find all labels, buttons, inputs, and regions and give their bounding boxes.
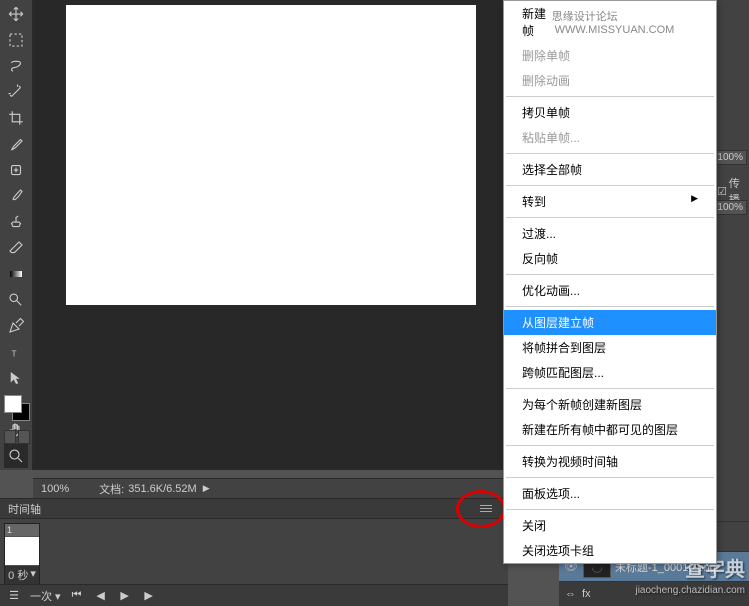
zoom-tool[interactable] — [4, 444, 28, 468]
menu-separator — [506, 306, 714, 307]
menu-separator — [506, 153, 714, 154]
timeline-header: 时间轴 — [0, 499, 508, 519]
source-watermark: 思缘设计论坛 WWW.MISSYUAN.COM — [552, 8, 710, 36]
menu-delete-anim: 删除动画 — [504, 68, 716, 93]
frame-thumbnail — [5, 537, 39, 565]
next-frame-icon[interactable]: ▶ — [141, 588, 157, 604]
lasso-tool[interactable] — [4, 54, 28, 78]
loop-selector[interactable]: 一次 ▾ — [30, 588, 61, 604]
menu-separator — [506, 445, 714, 446]
menu-new-layer-per-frame[interactable]: 为每个新帧创建新图层 — [504, 392, 716, 417]
status-bar: 100% 文档: 351.6K/6.52M ▶ — [33, 478, 508, 498]
menu-separator — [506, 388, 714, 389]
menu-reverse[interactable]: 反向帧 — [504, 246, 716, 271]
menu-separator — [506, 509, 714, 510]
menu-convert-video[interactable]: 转换为视频时间轴 — [504, 449, 716, 474]
dodge-tool[interactable] — [4, 288, 28, 312]
opacity-value[interactable]: 100% — [713, 150, 747, 165]
doc-size-value: 351.6K/6.52M — [128, 483, 197, 495]
frame-number: 1 — [5, 524, 39, 536]
quickmask-row — [4, 430, 30, 444]
menu-tween[interactable]: 过渡... — [504, 221, 716, 246]
status-menu-arrow-icon[interactable]: ▶ — [203, 483, 210, 494]
timeline-title: 时间轴 — [8, 501, 41, 517]
menu-select-all[interactable]: 选择全部帧 — [504, 157, 716, 182]
quickmask-mode-button[interactable] — [18, 430, 30, 444]
play-icon[interactable]: ▶ — [117, 588, 133, 604]
marquee-tool[interactable] — [4, 28, 28, 52]
frames-area: 1 0 秒 ▾ — [0, 519, 508, 589]
wand-tool[interactable] — [4, 80, 28, 104]
menu-separator — [506, 96, 714, 97]
layers-footer: ⇔ fx — [559, 582, 749, 606]
foreground-color[interactable] — [4, 395, 22, 413]
document-canvas[interactable] — [66, 5, 476, 305]
menu-make-frames-from-layers[interactable]: 从图层建立帧 — [504, 310, 716, 335]
menu-close[interactable]: 关闭 — [504, 513, 716, 538]
zoom-level[interactable]: 100% — [41, 483, 69, 495]
crop-tool[interactable] — [4, 106, 28, 130]
menu-goto[interactable]: 转到 — [504, 189, 716, 214]
convert-timeline-icon[interactable]: ☰ — [6, 588, 22, 604]
doc-size-label: 文档: — [99, 481, 124, 497]
eraser-tool[interactable] — [4, 236, 28, 260]
menu-flatten-frames[interactable]: 将帧拼合到图层 — [504, 335, 716, 360]
menu-separator — [506, 185, 714, 186]
menu-close-tab-group[interactable]: 关闭选项卡组 — [504, 538, 716, 563]
menu-match-layer[interactable]: 跨帧匹配图层... — [504, 360, 716, 385]
timeline-flyout-menu: 新建帧 思缘设计论坛 WWW.MISSYUAN.COM 删除单帧 删除动画 拷贝… — [503, 0, 717, 564]
timeline-panel: 时间轴 1 0 秒 ▾ ☰ 一次 ▾ ⏮ ◀ ▶ ▶ — [0, 498, 508, 606]
menu-delete-frame: 删除单帧 — [504, 43, 716, 68]
menu-separator — [506, 274, 714, 275]
color-swatch[interactable] — [4, 395, 30, 421]
menu-paste-frame: 粘贴单帧... — [504, 125, 716, 150]
tools-panel: T — [0, 0, 33, 470]
checkbox-icon: ☑ — [717, 185, 727, 198]
frame-delay[interactable]: 0 秒 ▾ — [5, 566, 39, 584]
move-tool[interactable] — [4, 2, 28, 26]
link-layers-icon[interactable]: ⇔ — [565, 588, 576, 600]
eyedropper-tool[interactable] — [4, 132, 28, 156]
fx-button[interactable]: fx — [582, 588, 591, 600]
menu-panel-options[interactable]: 面板选项... — [504, 481, 716, 506]
menu-new-frame[interactable]: 新建帧 — [522, 5, 552, 39]
menu-copy-frame[interactable]: 拷贝单帧 — [504, 100, 716, 125]
timeline-flyout-menu-button[interactable] — [480, 502, 500, 516]
chevron-down-icon: ▾ — [30, 567, 36, 583]
svg-text:T: T — [12, 350, 17, 359]
menu-separator — [506, 217, 714, 218]
clone-stamp-tool[interactable] — [4, 210, 28, 234]
gradient-tool[interactable] — [4, 262, 28, 286]
first-frame-icon[interactable]: ⏮ — [69, 588, 85, 604]
type-tool[interactable]: T — [4, 340, 28, 364]
timeline-controls: ☰ 一次 ▾ ⏮ ◀ ▶ ▶ — [0, 584, 508, 606]
fill-value[interactable]: 100% — [713, 200, 747, 215]
animation-frame-1[interactable]: 1 0 秒 ▾ — [4, 523, 40, 585]
healing-brush-tool[interactable] — [4, 158, 28, 182]
path-select-tool[interactable] — [4, 366, 28, 390]
menu-new-layer-visible[interactable]: 新建在所有帧中都可见的图层 — [504, 417, 716, 442]
brush-tool[interactable] — [4, 184, 28, 208]
menu-optimize[interactable]: 优化动画... — [504, 278, 716, 303]
prev-frame-icon[interactable]: ◀ — [93, 588, 109, 604]
standard-mode-button[interactable] — [4, 430, 16, 444]
pen-tool[interactable] — [4, 314, 28, 338]
canvas-area — [33, 0, 508, 470]
menu-separator — [506, 477, 714, 478]
